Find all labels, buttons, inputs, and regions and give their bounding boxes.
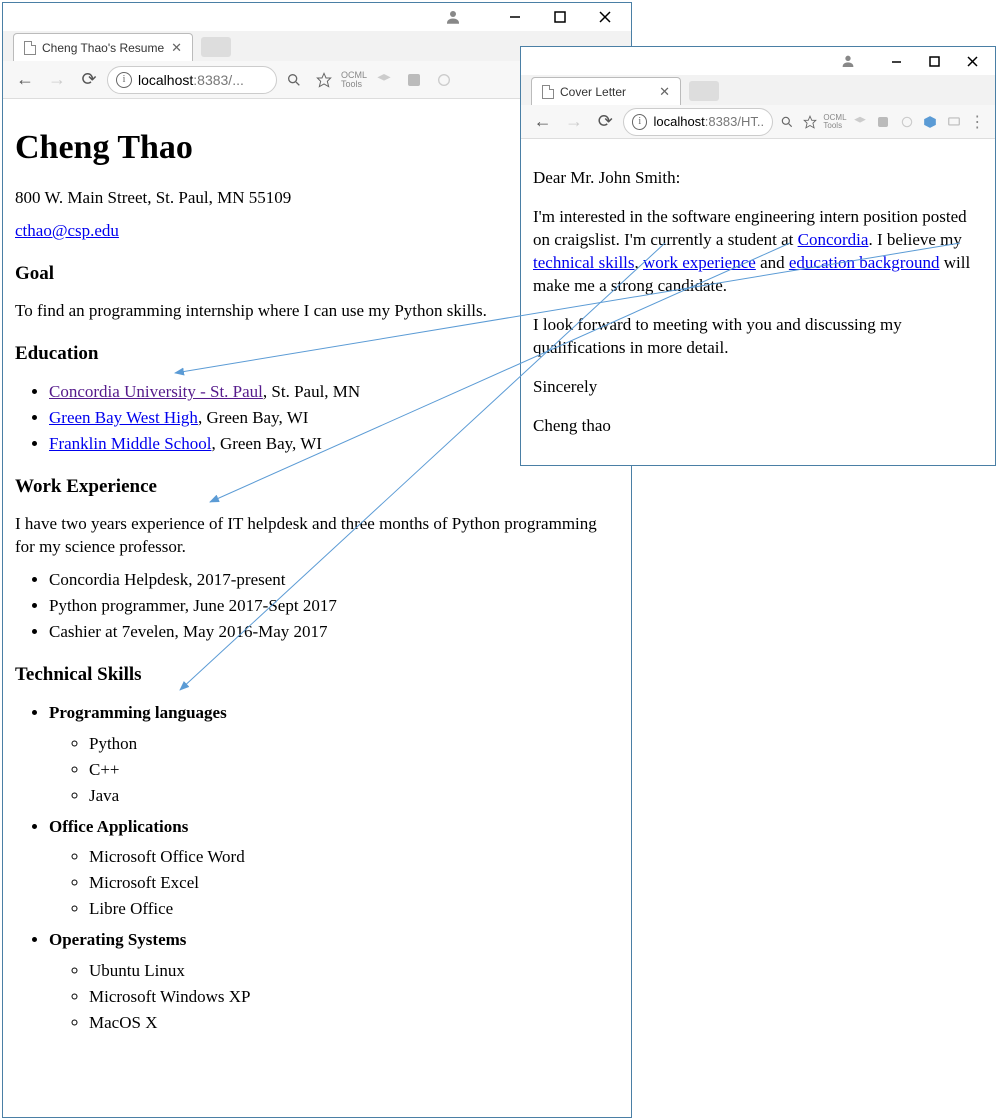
skills-list: Programming languages Python C++ Java Of… <box>49 702 619 1035</box>
forward-button[interactable]: → <box>560 108 587 136</box>
site-info-icon[interactable]: i <box>116 72 132 88</box>
page-content-letter: Dear Mr. John Smith: I'm interested in t… <box>521 139 995 465</box>
extension-icon-4[interactable] <box>897 109 917 135</box>
tabbar: Cover Letter ✕ <box>521 75 995 105</box>
user-icon[interactable] <box>834 47 862 75</box>
minimize-button[interactable] <box>877 47 915 75</box>
address-bar[interactable]: i localhost:8383/HT... <box>623 108 773 136</box>
edu-link-1[interactable]: Green Bay West High <box>49 408 198 427</box>
extension-icon-1[interactable]: OCMLTools <box>341 67 367 93</box>
file-icon <box>24 41 36 55</box>
menu-icon[interactable]: ⋮ <box>968 109 988 135</box>
link-education-background[interactable]: education background <box>789 253 940 272</box>
window-controls <box>492 3 627 31</box>
tab-cover-letter[interactable]: Cover Letter ✕ <box>531 77 681 105</box>
maximize-button[interactable] <box>915 47 953 75</box>
extension-icon-4[interactable] <box>431 67 457 93</box>
back-button[interactable]: ← <box>529 108 556 136</box>
tab-resume[interactable]: Cheng Thao's Resume ✕ <box>13 33 193 61</box>
titlebar <box>3 3 631 31</box>
list-item: Ubuntu Linux <box>89 960 619 983</box>
close-button[interactable] <box>953 47 991 75</box>
list-item: Libre Office <box>89 898 619 921</box>
letter-paragraph-2: I look forward to meeting with you and d… <box>533 314 983 360</box>
close-button[interactable] <box>582 3 627 31</box>
list-item: Microsoft Excel <box>89 872 619 895</box>
extension-icon-3[interactable] <box>401 67 427 93</box>
star-icon[interactable] <box>800 109 820 135</box>
user-icon[interactable] <box>439 3 467 31</box>
zoom-icon[interactable] <box>281 67 307 93</box>
forward-button[interactable]: → <box>43 66 71 94</box>
new-tab-button[interactable] <box>201 37 231 57</box>
list-item: Microsoft Office Word <box>89 846 619 869</box>
link-concordia[interactable]: Concordia <box>798 230 869 249</box>
back-button[interactable]: ← <box>11 66 39 94</box>
link-technical-skills[interactable]: technical skills <box>533 253 635 272</box>
skills-heading: Technical Skills <box>15 662 619 688</box>
signature: Cheng thao <box>533 415 983 438</box>
tab-close-icon[interactable]: ✕ <box>171 40 182 56</box>
extension-icon-5[interactable] <box>921 109 941 135</box>
extension-icon-2[interactable] <box>371 67 397 93</box>
edu-link-0[interactable]: Concordia University - St. Paul <box>49 382 263 401</box>
list-item: Office Applications Microsoft Office Wor… <box>49 816 619 922</box>
work-list: Concordia Helpdesk, 2017-present Python … <box>49 569 619 644</box>
browser-window-cover-letter: Cover Letter ✕ ← → ⟳ i localhost:8383/HT… <box>520 46 996 466</box>
work-paragraph: I have two years experience of IT helpde… <box>15 513 619 559</box>
reload-button[interactable]: ⟳ <box>592 108 619 136</box>
toolbar: ← → ⟳ i localhost:8383/HT... OCMLTools ⋮ <box>521 105 995 139</box>
list-item: Concordia Helpdesk, 2017-present <box>49 569 619 592</box>
address-bar[interactable]: i localhost:8383/... <box>107 66 277 94</box>
site-info-icon[interactable]: i <box>632 114 648 130</box>
closing: Sincerely <box>533 376 983 399</box>
link-work-experience[interactable]: work experience <box>643 253 756 272</box>
window-controls <box>877 47 991 75</box>
work-heading: Work Experience <box>15 474 619 500</box>
tab-title: Cover Letter <box>560 85 653 99</box>
edu-link-2[interactable]: Franklin Middle School <box>49 434 211 453</box>
resume-email-link[interactable]: cthao@csp.edu <box>15 221 119 240</box>
extension-icon-1[interactable]: OCMLTools <box>824 109 846 135</box>
list-item: Microsoft Windows XP <box>89 986 619 1009</box>
file-icon <box>542 85 554 99</box>
greeting: Dear Mr. John Smith: <box>533 167 983 190</box>
list-item: Java <box>89 785 619 808</box>
reload-button[interactable]: ⟳ <box>75 66 103 94</box>
extension-icon-2[interactable] <box>850 109 870 135</box>
url-text: localhost:8383/HT... <box>653 114 763 129</box>
zoom-icon[interactable] <box>777 109 797 135</box>
list-item: C++ <box>89 759 619 782</box>
extension-icon-6[interactable] <box>944 109 964 135</box>
url-text: localhost:8383/... <box>138 72 244 88</box>
list-item: Python programmer, June 2017-Sept 2017 <box>49 595 619 618</box>
titlebar <box>521 47 995 75</box>
list-item: Programming languages Python C++ Java <box>49 702 619 808</box>
list-item: MacOS X <box>89 1012 619 1035</box>
tab-close-icon[interactable]: ✕ <box>659 84 670 100</box>
star-icon[interactable] <box>311 67 337 93</box>
maximize-button[interactable] <box>537 3 582 31</box>
new-tab-button[interactable] <box>689 81 719 101</box>
minimize-button[interactable] <box>492 3 537 31</box>
list-item: Python <box>89 733 619 756</box>
tab-title: Cheng Thao's Resume <box>42 41 165 55</box>
letter-paragraph-1: I'm interested in the software engineeri… <box>533 206 983 298</box>
list-item: Cashier at 7evelen, May 2016-May 2017 <box>49 621 619 644</box>
list-item: Operating Systems Ubuntu Linux Microsoft… <box>49 929 619 1035</box>
extension-icon-3[interactable] <box>873 109 893 135</box>
